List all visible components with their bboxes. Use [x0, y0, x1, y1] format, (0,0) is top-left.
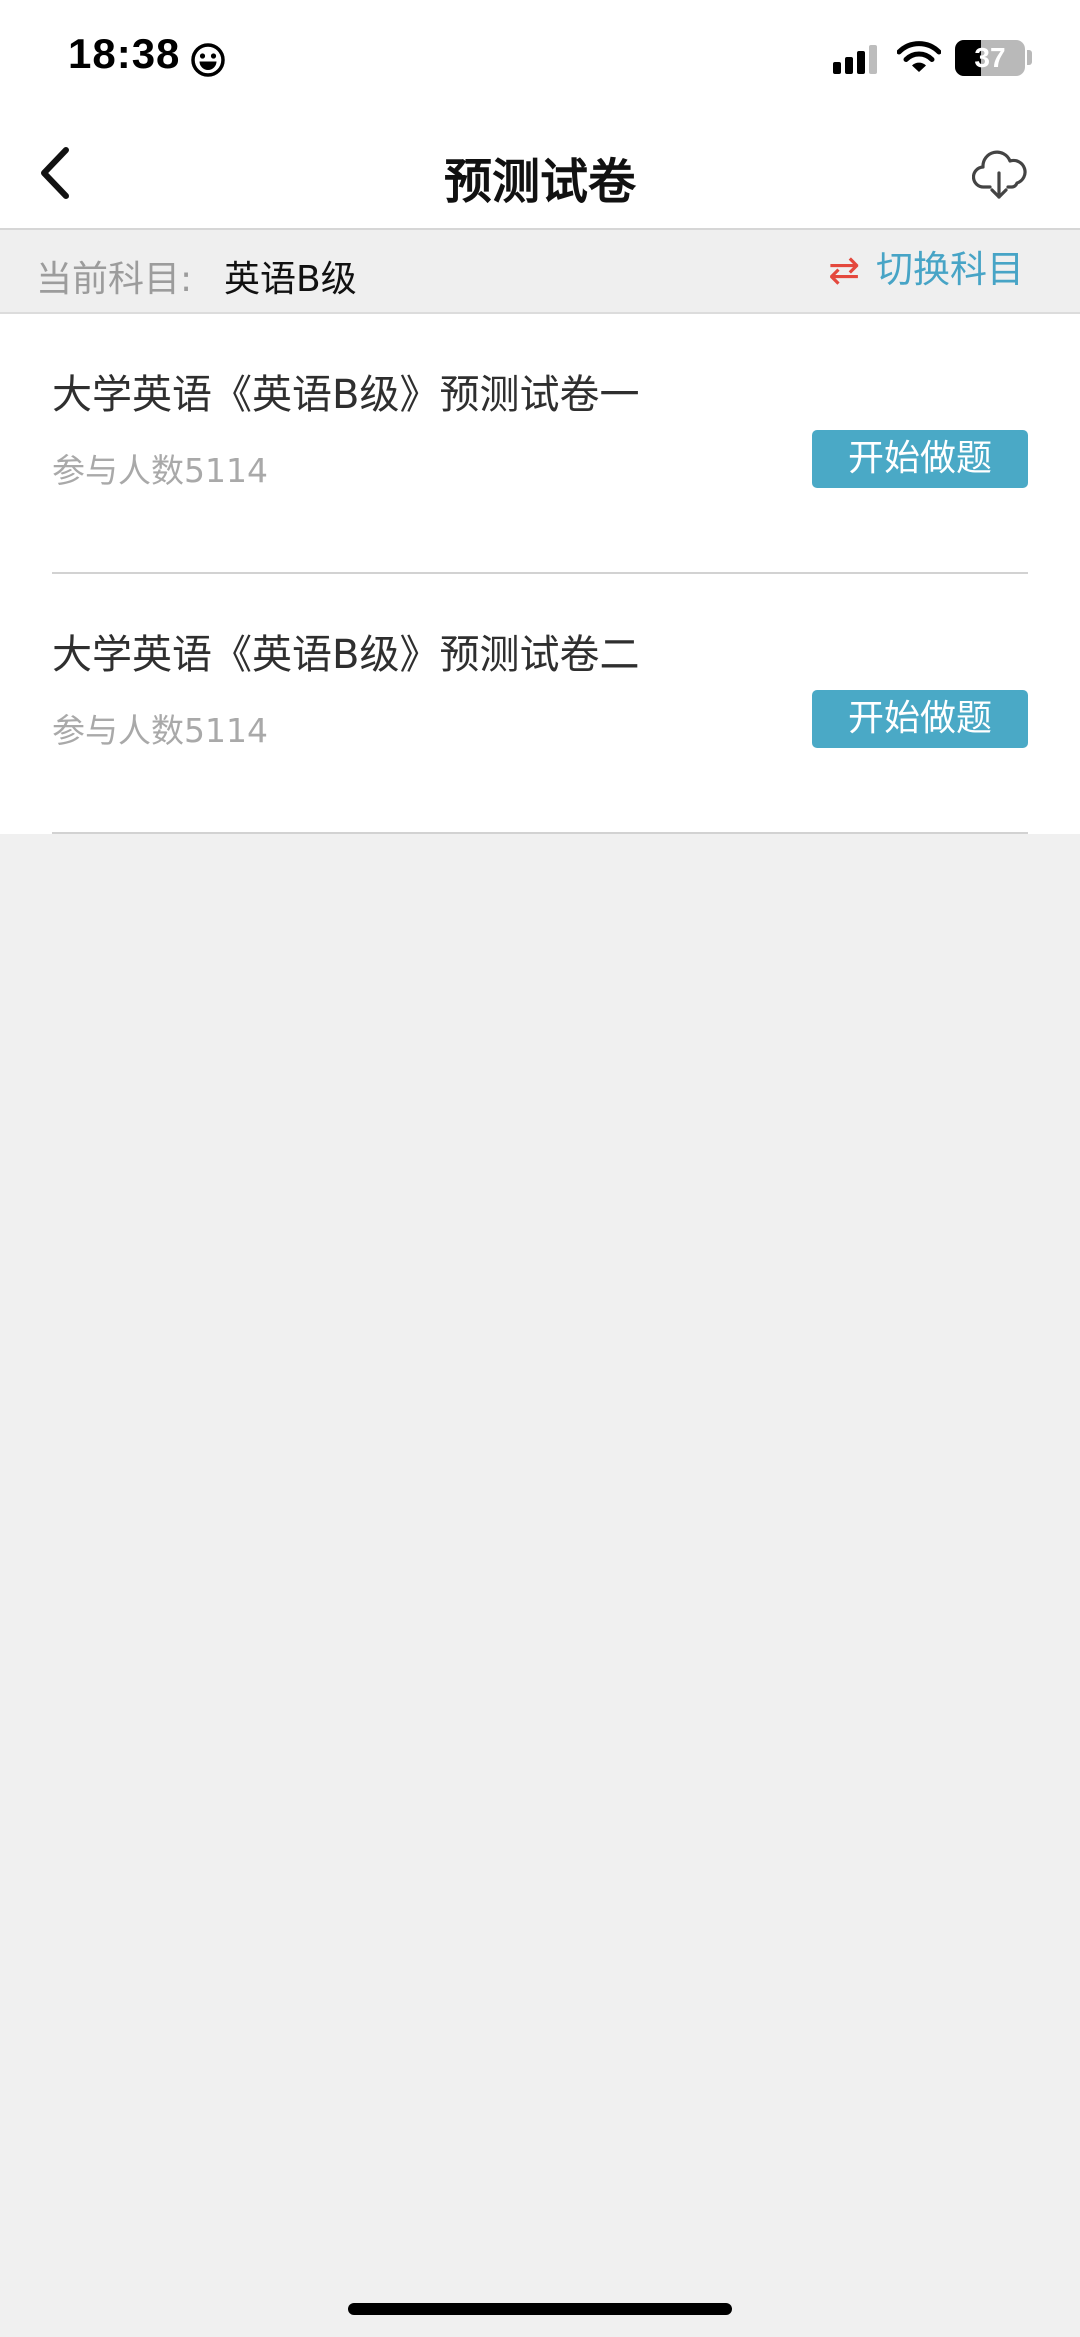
wifi-icon — [897, 41, 941, 72]
paper-title: 大学英语《英语B级》预测试卷一 — [52, 372, 640, 418]
divider — [52, 832, 1028, 834]
start-quiz-button[interactable]: 开始做题 — [812, 690, 1028, 748]
page-title: 预测试卷 — [443, 154, 636, 210]
navigation-bar: 预测试卷 — [0, 118, 1080, 230]
battery-cap — [1027, 50, 1032, 65]
cellular-signal-icon — [833, 45, 877, 74]
battery-icon: 37 — [955, 40, 1025, 76]
list-item[interactable]: 大学英语《英语B级》预测试卷一 参与人数5114 开始做题 — [0, 314, 1080, 574]
battery-level: 37 — [974, 42, 1006, 73]
list-item[interactable]: 大学英语《英语B级》预测试卷二 参与人数5114 开始做题 — [0, 574, 1080, 834]
participant-count: 参与人数5114 — [52, 711, 268, 750]
participant-count: 参与人数5114 — [52, 451, 268, 490]
subject-bar: 当前科目: 英语B级 ⇄ 切换科目 — [0, 230, 1080, 314]
start-quiz-button[interactable]: 开始做题 — [812, 430, 1028, 488]
cloud-download-icon — [972, 150, 1027, 199]
switch-arrows-icon: ⇄ — [828, 248, 860, 292]
switch-subject-label: 切换科目 — [876, 248, 1024, 291]
download-button[interactable] — [962, 140, 1038, 210]
paper-list: 大学英语《英语B级》预测试卷一 参与人数5114 开始做题 大学英语《英语B级》… — [0, 314, 1080, 834]
paper-title: 大学英语《英语B级》预测试卷二 — [52, 632, 640, 678]
smiley-face-icon — [191, 43, 225, 77]
switch-subject-button[interactable]: ⇄ 切换科目 — [828, 248, 1024, 292]
subject-label: 当前科目: — [36, 259, 193, 300]
status-bar: 18:38 37 — [0, 0, 1080, 118]
status-time: 18:38 — [68, 30, 181, 77]
subject-value: 英语B级 — [224, 259, 357, 300]
home-indicator[interactable] — [348, 2303, 732, 2315]
screen: 18:38 37 预测试卷 当前科目: 英语B级 ⇄ 切换科目 大学英语《英语B… — [0, 0, 1080, 2337]
